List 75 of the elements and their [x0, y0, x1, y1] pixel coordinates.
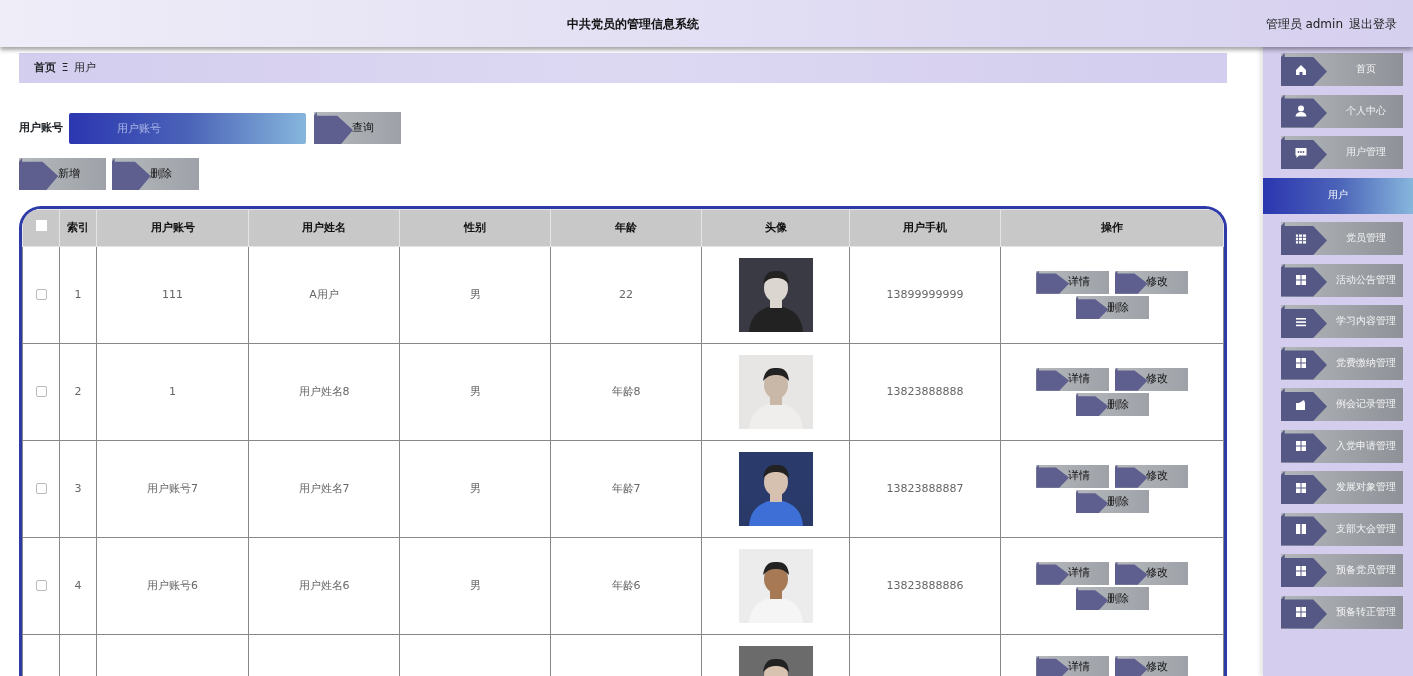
detail-button[interactable]: 详情 — [1036, 656, 1110, 676]
column-header: 索引 — [67, 220, 89, 234]
column-header: 用户姓名 — [302, 220, 346, 234]
name-cell: 用户姓名8 — [298, 384, 350, 398]
grid-icon — [1294, 605, 1308, 619]
gender-cell: 男 — [469, 287, 481, 301]
delete-button[interactable]: 删除 — [1075, 393, 1149, 417]
table-icon — [1294, 231, 1308, 246]
grid-icon — [1294, 273, 1308, 287]
account-cell: 1 — [169, 384, 176, 398]
column-header: 用户账号 — [150, 220, 195, 234]
column-header: 用户手机 — [903, 220, 947, 234]
home-icon — [1294, 62, 1308, 77]
row-checkbox[interactable] — [35, 483, 47, 495]
detail-button[interactable]: 详情 — [1036, 367, 1110, 391]
index-cell: 3 — [74, 481, 82, 495]
index-cell: 4 — [74, 578, 82, 592]
grid-icon — [1294, 563, 1308, 578]
edit-button[interactable]: 修改 — [1114, 561, 1188, 585]
column-header: 操作 — [1101, 220, 1123, 234]
account-cell: 用户账号7 — [147, 481, 198, 495]
app-title: 中共党员的管理信息系统 — [565, 15, 700, 33]
age-cell: 年龄8 — [611, 384, 641, 398]
breadcrumb-separator: Ξ — [61, 59, 69, 76]
user-name: 管理员 admin — [1265, 15, 1343, 33]
age-cell: 年龄7 — [611, 481, 641, 495]
row-checkbox[interactable] — [35, 289, 47, 301]
delete-button[interactable]: 删除 — [1075, 296, 1149, 320]
select-all-checkbox[interactable] — [35, 219, 47, 231]
edit-button[interactable]: 修改 — [1114, 270, 1188, 294]
detail-button[interactable]: 详情 — [1036, 561, 1110, 585]
name-cell: 用户姓名6 — [298, 578, 350, 592]
phone-cell: 13823888886 — [886, 578, 964, 592]
gender-cell: 男 — [469, 578, 481, 592]
account-cell: 111 — [162, 287, 183, 301]
delete-button[interactable]: 删除 — [111, 158, 199, 190]
gender-cell: 男 — [469, 481, 481, 495]
name-cell: 用户姓名7 — [298, 481, 350, 495]
grid-icon — [1294, 480, 1308, 495]
row-checkbox[interactable] — [35, 580, 47, 592]
column-header: 年龄 — [615, 220, 637, 234]
phone-cell: 13899999999 — [886, 287, 964, 301]
column-header: 头像 — [764, 220, 787, 234]
age-cell: 年龄6 — [611, 578, 641, 592]
row-checkbox[interactable] — [35, 386, 47, 398]
age-cell: 22 — [619, 287, 633, 301]
search-label: 用户账号 — [19, 119, 63, 136]
edit-button[interactable]: 修改 — [1114, 464, 1188, 488]
add-button[interactable]: 新增 — [19, 158, 106, 190]
sidebar-item[interactable]: 用户 — [1263, 177, 1413, 214]
edit-button[interactable]: 修改 — [1114, 367, 1188, 391]
index-cell: 1 — [74, 287, 82, 301]
grid-icon — [1294, 356, 1308, 370]
person-icon — [1294, 104, 1308, 118]
delete-button[interactable]: 删除 — [1075, 587, 1149, 611]
edit-button[interactable]: 修改 — [1114, 656, 1188, 676]
query-button[interactable]: 查询 — [313, 112, 401, 144]
name-cell: A用户 — [309, 287, 339, 301]
grid-icon — [1294, 439, 1308, 453]
phone-cell: 13823888888 — [886, 384, 964, 398]
chat-icon — [1294, 145, 1308, 160]
search-field[interactable]: 用户账号 — [68, 112, 306, 144]
breadcrumb-home[interactable]: 首页 — [34, 59, 56, 77]
account-cell: 用户账号6 — [147, 578, 198, 592]
detail-button[interactable]: 详情 — [1036, 270, 1110, 294]
index-cell: 2 — [74, 384, 82, 398]
book-icon — [1294, 522, 1308, 536]
phone-cell: 13823888887 — [886, 481, 964, 495]
gender-cell: 男 — [469, 384, 481, 398]
detail-button[interactable]: 详情 — [1036, 464, 1110, 488]
wallet-icon — [1294, 397, 1308, 412]
logout-link[interactable]: 退出登录 — [1348, 14, 1397, 33]
breadcrumb-current: 用户 — [73, 59, 96, 76]
delete-button[interactable]: 删除 — [1075, 490, 1149, 514]
column-header: 性别 — [464, 220, 486, 234]
